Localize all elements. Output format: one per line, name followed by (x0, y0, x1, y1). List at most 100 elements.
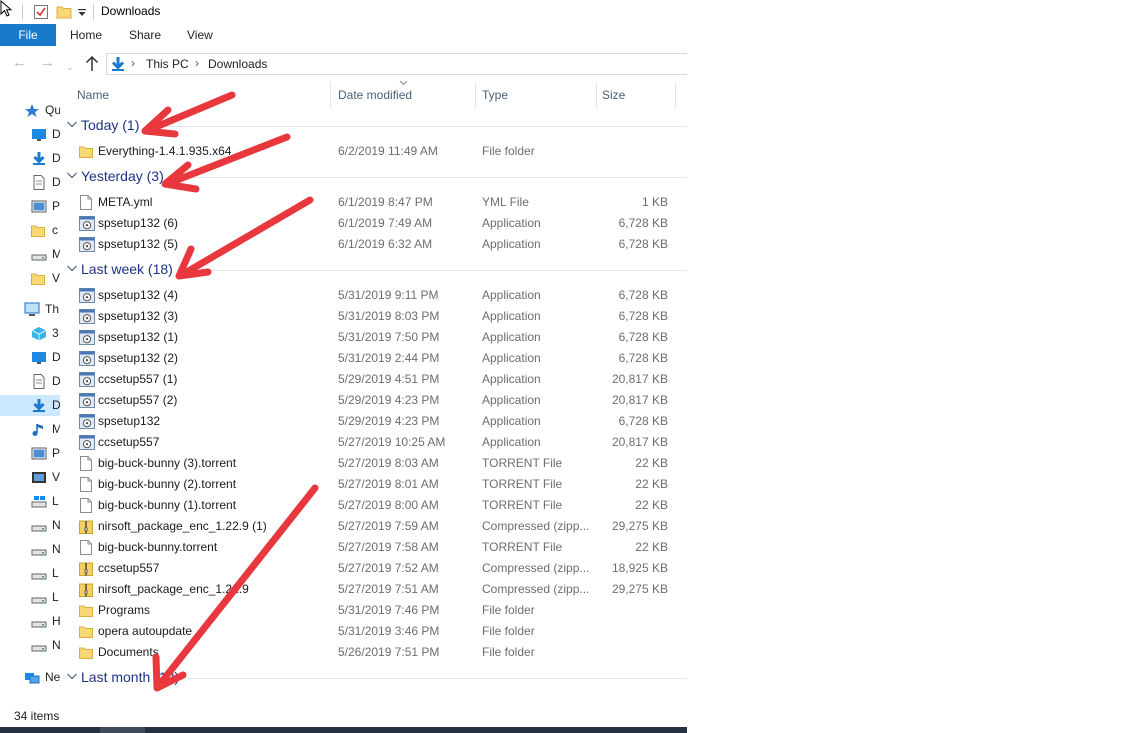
installer-icon (79, 309, 95, 324)
nav-item[interactable]: P (0, 443, 60, 464)
breadcrumb-this-pc[interactable]: This PC (146, 57, 189, 71)
group-header[interactable]: Last month (12) (60, 667, 687, 689)
chevron-down-icon[interactable] (66, 118, 78, 130)
file-row[interactable]: spsetup132 (5) 6/1/2019 6:32 AM Applicatio… (60, 234, 687, 255)
zip-icon (79, 519, 93, 534)
desktop-icon (31, 127, 47, 142)
recent-locations-icon[interactable]: ⌄ (66, 58, 74, 76)
nav-item[interactable]: c (0, 220, 60, 241)
file-row[interactable]: Programs 5/31/2019 7:46 PM File folder (60, 600, 687, 621)
chevron-down-icon[interactable] (66, 670, 78, 682)
file-row[interactable]: ccsetup557 5/27/2019 7:52 AM Compressed (z… (60, 558, 687, 579)
file-date-modified: 5/31/2019 9:11 PM (338, 288, 439, 302)
column-size[interactable]: Size (602, 88, 625, 102)
computer-icon (24, 302, 40, 317)
file-row[interactable]: spsetup132 5/29/2019 4:23 PM Application 6,… (60, 411, 687, 432)
file-row[interactable]: big-buck-bunny.torrent 5/27/2019 7:58 AM T… (60, 537, 687, 558)
file-size: 22 KB (635, 498, 668, 512)
file-row[interactable]: ccsetup557 5/27/2019 10:25 AM Application 2… (60, 432, 687, 453)
tab-home[interactable]: Home (70, 24, 102, 46)
nav-item[interactable]: D (0, 371, 60, 392)
chevron-down-icon[interactable] (66, 262, 78, 274)
up-arrow-icon[interactable] (85, 56, 99, 72)
file-row[interactable]: opera autoupdate 5/31/2019 3:46 PM File fo… (60, 621, 687, 642)
address-bar[interactable]: › This PC › Downloads (106, 53, 687, 75)
group-header[interactable]: Yesterday (3) (60, 166, 687, 188)
new-folder-icon[interactable] (56, 4, 72, 20)
tab-view[interactable]: View (187, 24, 213, 46)
breadcrumb-downloads[interactable]: Downloads (208, 57, 267, 71)
nav-item[interactable]: D (0, 347, 60, 368)
nav-item[interactable]: N (0, 635, 60, 656)
group-header[interactable]: Last week (18) (60, 259, 687, 281)
nav-item[interactable]: D (0, 172, 60, 193)
nav-item[interactable]: V (0, 268, 60, 289)
file-row[interactable]: nirsoft_package_enc_1.22.9 (1) 5/27/2019 … (60, 516, 687, 537)
column-date-modified[interactable]: Date modified (338, 88, 412, 102)
chevron-down-icon[interactable] (66, 169, 78, 181)
file-size: 6,728 KB (618, 237, 668, 251)
file-row[interactable]: big-buck-bunny (1).torrent 5/27/2019 8:00… (60, 495, 687, 516)
file-date-modified: 5/31/2019 3:46 PM (338, 624, 440, 638)
nav-item[interactable]: H (0, 611, 60, 632)
file-row[interactable]: spsetup132 (6) 6/1/2019 7:49 AM Applicatio… (60, 213, 687, 234)
file-date-modified: 5/29/2019 4:23 PM (338, 414, 440, 428)
nav-item[interactable]: L (0, 587, 60, 608)
forward-arrow-icon[interactable]: → (40, 54, 55, 72)
nav-item[interactable]: V (0, 467, 60, 488)
file-name: spsetup132 (98, 414, 161, 428)
file-date-modified: 5/27/2019 8:01 AM (338, 477, 439, 491)
file-row[interactable]: Everything-1.4.1.935.x64 6/2/2019 11:49 A… (60, 141, 687, 162)
file-type: Application (482, 237, 541, 251)
address-row: ← → ⌄ › This PC › Downloads (0, 50, 687, 78)
file-row[interactable]: spsetup132 (2) 5/31/2019 2:44 PM Applicati… (60, 348, 687, 369)
file-row[interactable]: nirsoft_package_enc_1.22.9 5/27/2019 7:51… (60, 579, 687, 600)
nav-item[interactable]: D (0, 148, 60, 169)
file-type: Compressed (zipp... (482, 519, 590, 533)
properties-icon[interactable] (33, 4, 49, 20)
file-type: TORRENT File (482, 498, 563, 512)
file-type: Application (482, 309, 541, 323)
nav-item[interactable]: D (0, 124, 60, 145)
file-date-modified: 6/1/2019 6:32 AM (338, 237, 433, 251)
file-row[interactable]: ccsetup557 (1) 5/29/2019 4:51 PM Applicati… (60, 369, 687, 390)
nav-item[interactable]: M (0, 419, 60, 440)
nav-item[interactable]: Qu (0, 100, 60, 121)
tab-file[interactable]: File (0, 24, 56, 46)
nav-item[interactable]: Ne (0, 667, 60, 688)
nav-item[interactable]: L (0, 563, 60, 584)
file-row[interactable]: big-buck-bunny (3).torrent 5/27/2019 8:03… (60, 453, 687, 474)
customize-quick-access-icon[interactable] (77, 4, 87, 20)
installer-icon (79, 351, 95, 366)
file-row[interactable]: spsetup132 (1) 5/31/2019 7:50 PM Applicati… (60, 327, 687, 348)
nav-item[interactable]: Th (0, 299, 60, 320)
file-name: ccsetup557 (98, 561, 160, 575)
nav-item[interactable]: 3 (0, 323, 60, 344)
file-type: Application (482, 393, 541, 407)
file-row[interactable]: META.yml 6/1/2019 8:47 PM YML File 1 KB (60, 192, 687, 213)
file-name: big-buck-bunny (2).torrent (98, 477, 237, 491)
column-type[interactable]: Type (482, 88, 508, 102)
nav-item[interactable]: L (0, 491, 60, 512)
file-row[interactable]: Documents 5/26/2019 7:51 PM File folder (60, 642, 687, 663)
back-arrow-icon[interactable]: ← (12, 54, 27, 72)
picture-icon (31, 199, 47, 214)
mouse-cursor-icon (0, 0, 13, 17)
column-name[interactable]: Name (77, 88, 109, 102)
file-name: Everything-1.4.1.935.x64 (98, 144, 232, 158)
tab-share[interactable]: Share (129, 24, 161, 46)
nav-item[interactable]: N (0, 515, 60, 536)
nav-item[interactable]: N (0, 539, 60, 560)
group-header[interactable]: Today (1) (60, 115, 687, 137)
nav-item-label: D (52, 374, 60, 388)
file-row[interactable]: spsetup132 (3) 5/31/2019 8:03 PM Applicati… (60, 306, 687, 327)
file-row[interactable]: ccsetup557 (2) 5/29/2019 4:23 PM Applicati… (60, 390, 687, 411)
file-row[interactable]: spsetup132 (4) 5/31/2019 9:11 PM Applicati… (60, 285, 687, 306)
nav-item[interactable]: D (0, 395, 60, 416)
folder-icon (79, 144, 93, 159)
nav-item[interactable]: P (0, 196, 60, 217)
file-size: 22 KB (635, 456, 668, 470)
file-list: Name Date modified Type Size Today (1) Ev… (60, 80, 687, 705)
file-row[interactable]: big-buck-bunny (2).torrent 5/27/2019 8:01… (60, 474, 687, 495)
nav-item[interactable]: M (0, 244, 60, 265)
